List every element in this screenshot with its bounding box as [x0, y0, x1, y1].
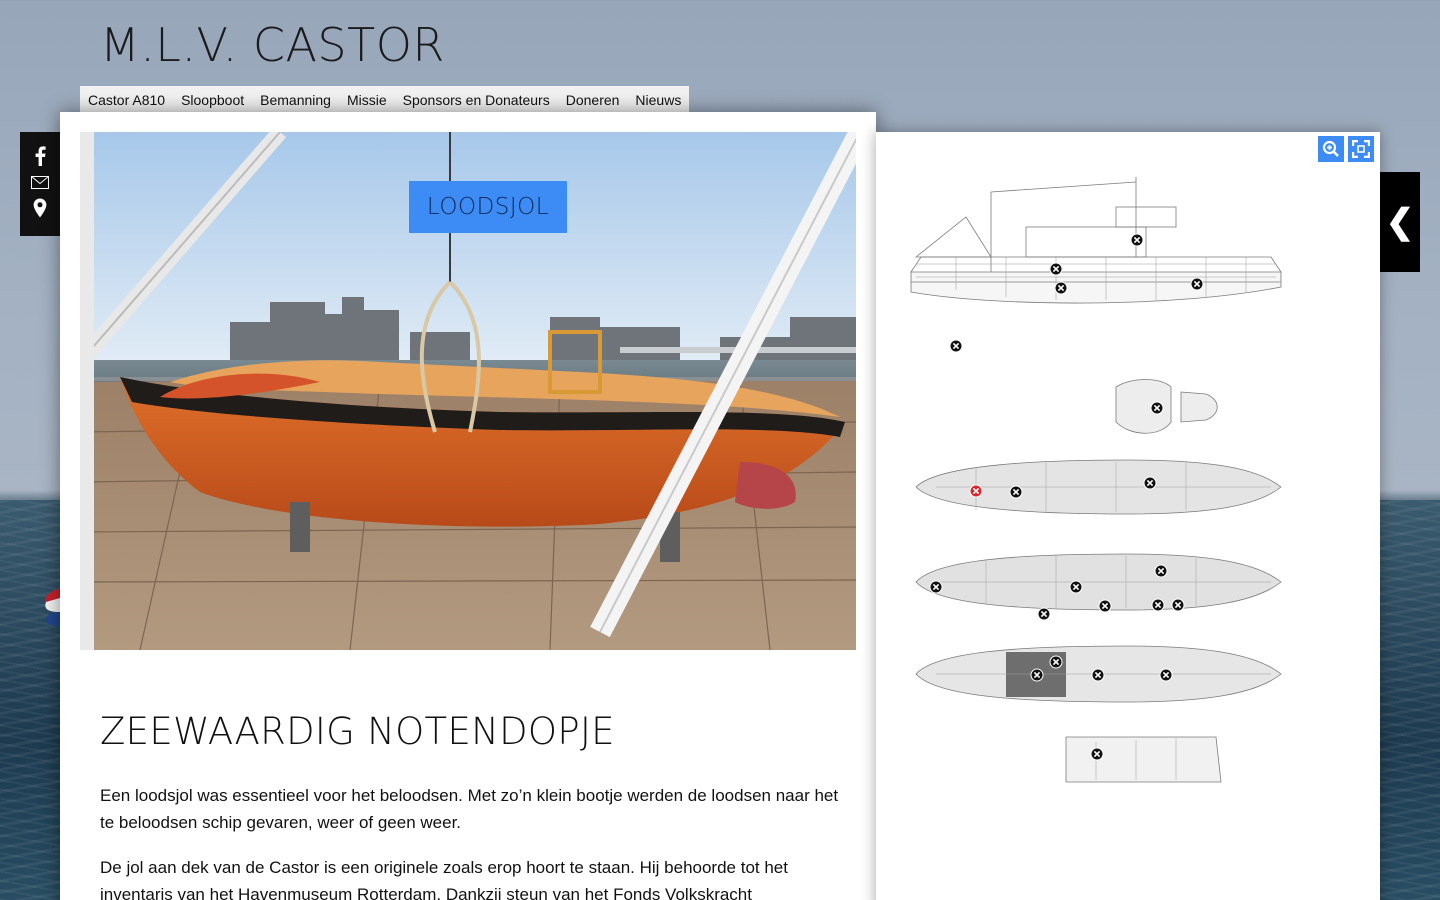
- nav-item-nieuws[interactable]: Nieuws: [635, 92, 681, 108]
- article-title: ZEEWAARDIG NOTENDOPJE: [100, 710, 615, 753]
- plan-hotspot-marker[interactable]: [1130, 233, 1144, 247]
- ship-drawings: [910, 177, 1282, 783]
- nav-item-missie[interactable]: Missie: [347, 92, 395, 108]
- ship-plan-panel: [876, 132, 1380, 900]
- plan-hotspot-marker[interactable]: [1009, 485, 1023, 499]
- plan-hotspot-marker[interactable]: [1054, 281, 1068, 295]
- plan-hotspot-marker[interactable]: [1159, 668, 1173, 682]
- plan-hotspot-marker[interactable]: [1143, 476, 1157, 490]
- nav-item-sloopboot[interactable]: Sloopboot: [181, 92, 252, 108]
- location-icon[interactable]: [29, 198, 51, 218]
- content-panel: LOODSJOL ZEEWAARDIG NOTENDOPJE Een loods…: [60, 112, 876, 900]
- plan-hotspot-marker[interactable]: [1090, 747, 1104, 761]
- side-panel-toggle[interactable]: ❮: [1380, 172, 1420, 272]
- hero-image: LOODSJOL: [80, 132, 856, 650]
- plan-hotspot-marker[interactable]: [1069, 580, 1083, 594]
- hero-label: LOODSJOL: [409, 181, 567, 233]
- site-title[interactable]: M.L.V. CASTOR: [100, 18, 445, 72]
- plan-hotspot-marker[interactable]: [1150, 401, 1164, 415]
- article-paragraph: De jol aan dek van de Castor is een orig…: [100, 858, 788, 900]
- plan-hotspot-marker[interactable]: [1190, 277, 1204, 291]
- social-bar: [20, 132, 60, 236]
- plan-hotspot-marker[interactable]: [1151, 598, 1165, 612]
- plan-hotspot-marker[interactable]: [1154, 564, 1168, 578]
- plan-hotspot-marker[interactable]: [949, 339, 963, 353]
- plan-hotspot-marker[interactable]: [1091, 668, 1105, 682]
- dutch-flag-decoration: [40, 584, 60, 632]
- mail-icon[interactable]: [29, 172, 51, 192]
- nav-item-castor-a810[interactable]: Castor A810: [88, 92, 173, 108]
- plan-hotspot-marker[interactable]: [1030, 668, 1044, 682]
- article-paragraph: Een loodsjol was essentieel voor het bel…: [100, 786, 839, 832]
- main-nav: Castor A810 Sloopboot Bemanning Missie S…: [80, 86, 690, 113]
- plan-hotspot-marker[interactable]: [1049, 262, 1063, 276]
- nav-item-sponsors[interactable]: Sponsors en Donateurs: [403, 92, 558, 108]
- plan-hotspot-marker[interactable]: [969, 484, 983, 498]
- plan-hotspot-marker[interactable]: [1049, 655, 1063, 669]
- nav-item-bemanning[interactable]: Bemanning: [260, 92, 339, 108]
- plan-hotspot-marker[interactable]: [1171, 598, 1185, 612]
- facebook-icon[interactable]: [29, 146, 51, 166]
- nav-item-doneren[interactable]: Doneren: [566, 92, 628, 108]
- plan-hotspot-marker[interactable]: [929, 580, 943, 594]
- plan-hotspot-marker[interactable]: [1098, 599, 1112, 613]
- plan-hotspot-marker[interactable]: [1037, 607, 1051, 621]
